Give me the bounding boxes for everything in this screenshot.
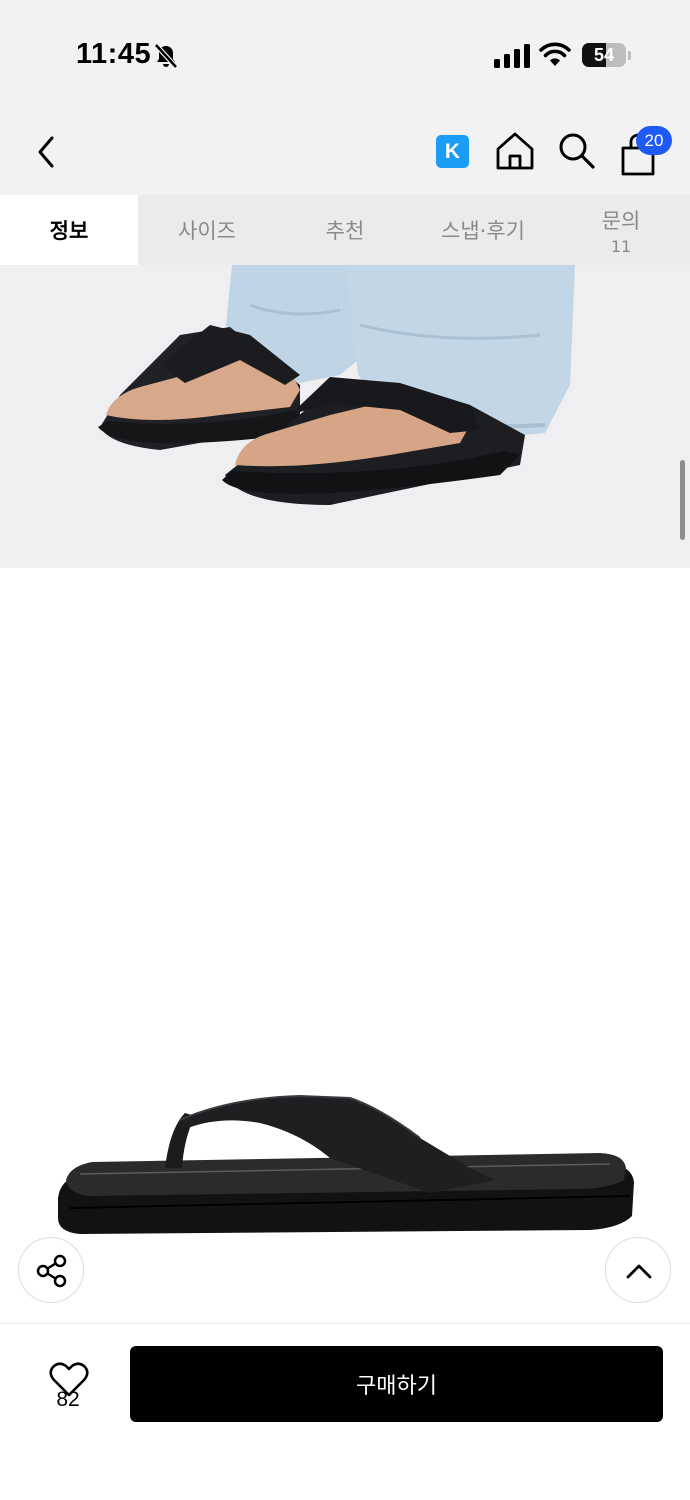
section-tabs: 정보 사이즈 추천 스냅·후기 문의 11 xyxy=(0,195,690,265)
top-navigation-bar: K 20 xyxy=(0,110,690,195)
product-photo-worn xyxy=(0,265,690,568)
tab-info[interactable]: 정보 xyxy=(0,195,138,265)
tab-label: 추천 xyxy=(325,219,365,243)
status-bar: 11:45 54 xyxy=(0,0,690,110)
tab-label: 정보 xyxy=(49,219,89,243)
share-button[interactable] xyxy=(18,1237,84,1303)
chevron-up-icon xyxy=(626,1264,652,1279)
k-badge-button[interactable]: K xyxy=(436,135,469,168)
scroll-to-top-button[interactable] xyxy=(605,1237,671,1303)
status-time: 11:45 xyxy=(76,38,152,70)
tab-label: 스냅·후기 xyxy=(441,219,525,243)
like-count: 82 xyxy=(56,1388,80,1411)
page-scrollbar[interactable] xyxy=(680,460,685,540)
search-icon[interactable] xyxy=(556,130,596,170)
tab-label: 문의 xyxy=(601,208,641,233)
chevron-left-icon[interactable] xyxy=(30,132,66,172)
home-icon[interactable] xyxy=(494,130,536,172)
tab-label: 사이즈 xyxy=(178,219,236,243)
wifi-icon xyxy=(539,42,571,66)
bottom-action-bar: 82 구매하기 xyxy=(0,1323,690,1500)
tab-size[interactable]: 사이즈 xyxy=(138,195,276,265)
tab-recommend[interactable]: 추천 xyxy=(276,195,414,265)
cellular-signal-icon xyxy=(494,44,530,68)
tab-snap-review[interactable]: 스냅·후기 xyxy=(414,195,552,265)
battery-icon: 54 xyxy=(582,43,631,69)
battery-level: 54 xyxy=(593,45,615,65)
bell-slash-icon xyxy=(154,43,178,69)
buy-button[interactable]: 구매하기 xyxy=(130,1346,663,1422)
cart-count-badge: 20 xyxy=(636,126,672,155)
product-photo-sandal xyxy=(0,568,690,1323)
share-icon xyxy=(36,1254,67,1288)
tab-inquiry-count: 11 xyxy=(610,236,632,256)
tab-inquiry[interactable]: 문의 11 xyxy=(552,195,690,265)
